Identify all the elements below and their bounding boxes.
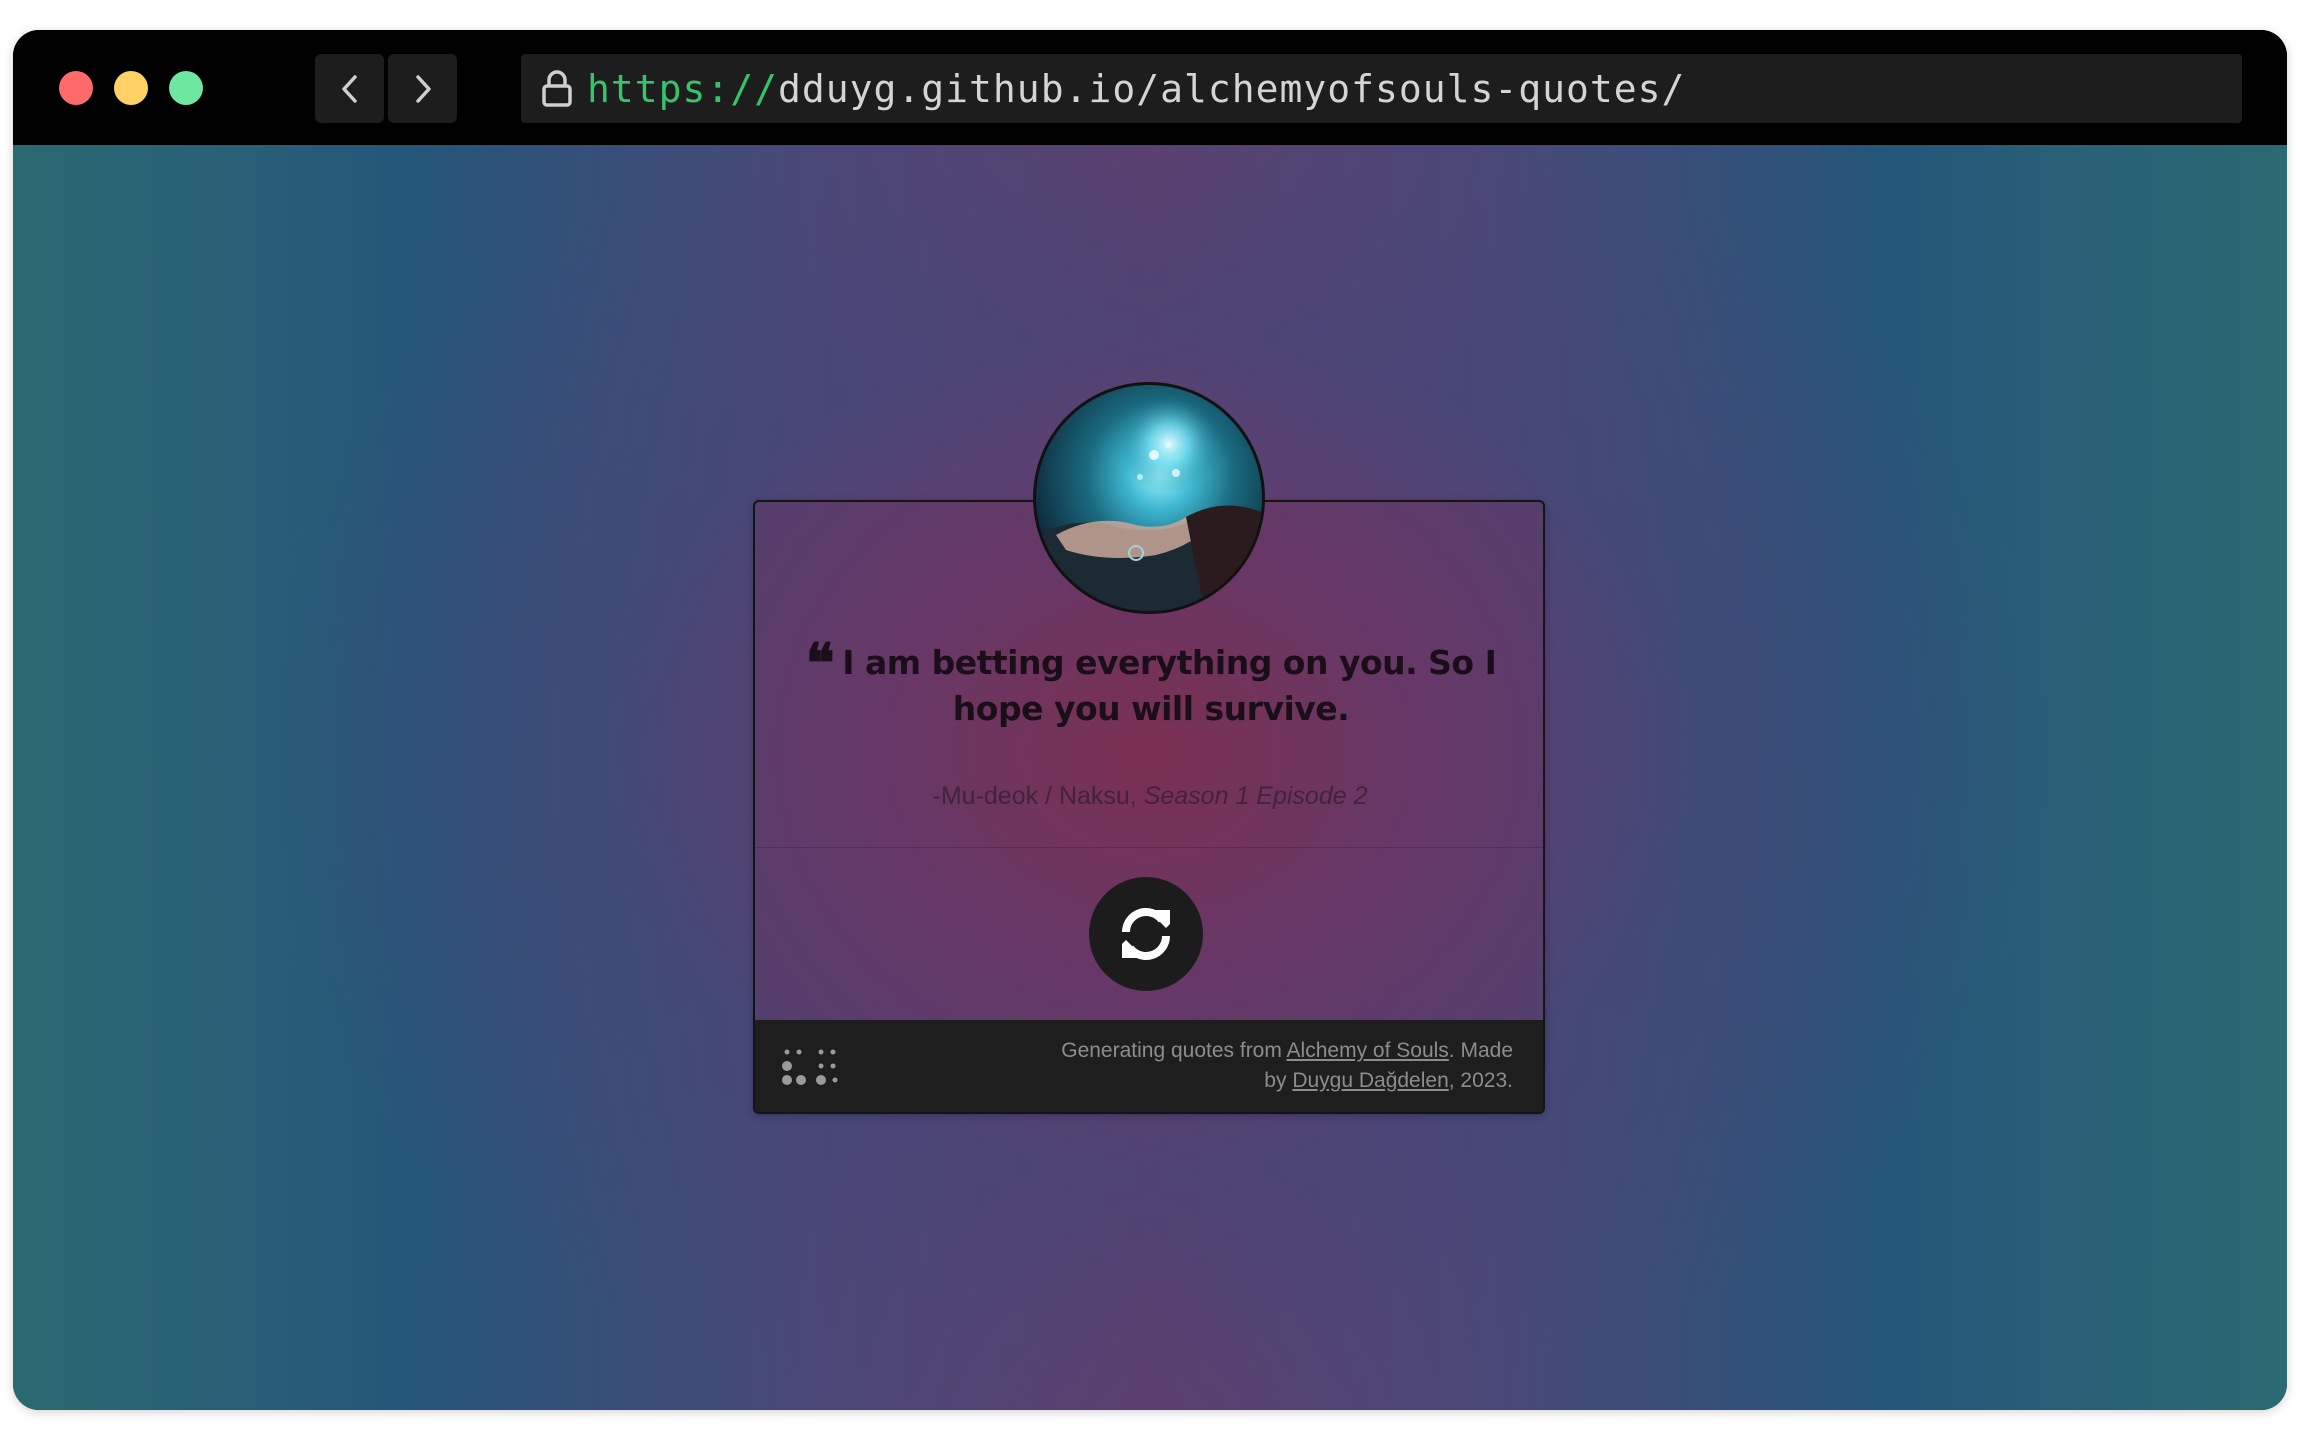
page-viewport: ❝ I am betting everything on you. So I ho… [13, 145, 2287, 1410]
url-host-path: dduyg.github.io/alchemyofsouls-quotes/ [778, 66, 1686, 111]
back-button[interactable] [315, 54, 384, 123]
footer-suffix: , 2023. [1448, 1069, 1513, 1092]
browser-titlebar: https://dduyg.github.io/alchemyofsouls-q… [13, 30, 2287, 145]
url-text: https://dduyg.github.io/alchemyofsouls-q… [587, 67, 1685, 111]
lock-icon [537, 66, 577, 112]
chevron-right-icon [415, 74, 431, 103]
footer-prefix: Generating quotes from [1061, 1039, 1287, 1062]
show-link[interactable]: Alchemy of Souls [1287, 1039, 1449, 1062]
card-footer: Generating quotes from Alchemy of Souls.… [755, 1020, 1543, 1112]
quote-text: ❝ I am betting everything on you. So I ho… [795, 631, 1507, 732]
dots-logo-icon [782, 1049, 838, 1085]
footer-credits: Generating quotes from Alchemy of Souls.… [1043, 1036, 1513, 1096]
quote-card: ❝ I am betting everything on you. So I ho… [753, 382, 1545, 1114]
refresh-quote-button[interactable] [1089, 877, 1203, 991]
address-bar[interactable]: https://dduyg.github.io/alchemyofsouls-q… [521, 54, 2242, 123]
character-avatar [1033, 382, 1265, 614]
attribution-speaker: -Mu-deok / Naksu, [932, 782, 1144, 810]
quote-attribution: -Mu-deok / Naksu, Season 1 Episode 2 [755, 782, 1545, 811]
author-link[interactable]: Duygu Dağdelen [1292, 1069, 1448, 1092]
maximize-window-button[interactable] [169, 71, 203, 105]
browser-window: https://dduyg.github.io/alchemyofsouls-q… [13, 30, 2287, 1410]
chevron-left-icon [341, 74, 357, 103]
refresh-icon [1122, 908, 1170, 960]
attribution-episode: Season 1 Episode 2 [1143, 782, 1368, 810]
card-divider [755, 847, 1543, 848]
close-window-button[interactable] [59, 71, 93, 105]
quote-body: I am betting everything on you. So I hop… [842, 643, 1497, 728]
forward-button[interactable] [388, 54, 457, 123]
url-scheme: https:// [587, 66, 779, 111]
minimize-window-button[interactable] [114, 71, 148, 105]
quote-mark-icon: ❝ [805, 631, 835, 695]
